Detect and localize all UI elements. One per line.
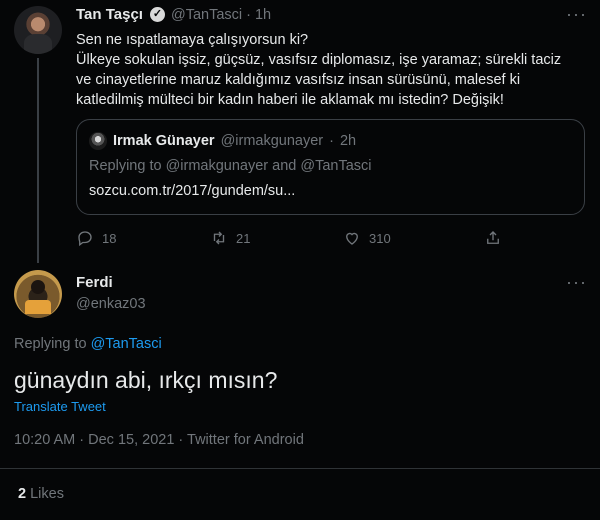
- author-name[interactable]: Tan Taşçı: [76, 6, 143, 23]
- quote-replying-to: Replying to @irmakgunayer and @TanTasci: [89, 158, 372, 174]
- more-options-icon[interactable]: ···: [566, 272, 587, 293]
- replying-to-label: Replying to: [14, 336, 87, 352]
- retweet-icon: [213, 231, 225, 245]
- tweet-header: Tan Taşçı ✓ @TanTasci · 1h: [76, 6, 271, 23]
- tweet-text: Sen ne ıspatlamaya çalışıyorsun ki? Ülke…: [76, 32, 562, 108]
- reply-text: günaydın abi, ırkçı mısın?: [14, 367, 278, 393]
- likes-summary[interactable]: 2 Likes: [18, 486, 64, 502]
- avatar[interactable]: [14, 6, 62, 54]
- reply-count: 18: [102, 230, 117, 246]
- divider: [0, 468, 600, 469]
- reply-author-name[interactable]: Ferdi: [76, 274, 113, 291]
- quote-header: Irmak Günayer @irmakgunayer · 2h: [89, 132, 356, 150]
- reply-action[interactable]: 18: [76, 229, 116, 247]
- tweet-meta[interactable]: 10:20 AM · Dec 15, 2021 · Twitter for An…: [14, 432, 304, 448]
- likes-count: 2: [18, 486, 27, 502]
- more-options-icon[interactable]: ···: [566, 4, 587, 25]
- quote-avatar: [89, 132, 107, 150]
- tweet-time[interactable]: 1h: [255, 7, 271, 23]
- quote-author-name: Irmak Günayer: [113, 133, 215, 149]
- share-action[interactable]: [484, 229, 502, 247]
- replying-to-handle[interactable]: @TanTasci: [91, 336, 162, 352]
- quote-author-handle: @irmakgunayer: [220, 133, 324, 149]
- quote-time: 2h: [339, 133, 357, 149]
- replying-to: Replying to @TanTasci: [14, 336, 162, 352]
- like-count: 310: [369, 230, 391, 246]
- reply-author-handle[interactable]: @enkaz03: [76, 296, 146, 312]
- retweet-action[interactable]: 21: [210, 229, 250, 247]
- like-action[interactable]: 310: [343, 229, 391, 247]
- avatar[interactable]: [14, 270, 62, 318]
- quote-link[interactable]: sozcu.com.tr/2017/gundem/su...: [89, 183, 295, 199]
- author-handle[interactable]: @TanTasci: [171, 7, 242, 23]
- reply-icon: [78, 231, 92, 247]
- translate-tweet-link[interactable]: Translate Tweet: [14, 399, 106, 414]
- share-icon: [487, 231, 499, 244]
- quote-separator: ·: [329, 133, 334, 149]
- likes-label: Likes: [30, 486, 64, 502]
- separator: ·: [246, 6, 251, 23]
- heart-icon: [346, 232, 358, 245]
- retweet-count: 21: [236, 230, 251, 246]
- thread-line: [37, 58, 39, 263]
- verified-icon: ✓: [149, 7, 165, 22]
